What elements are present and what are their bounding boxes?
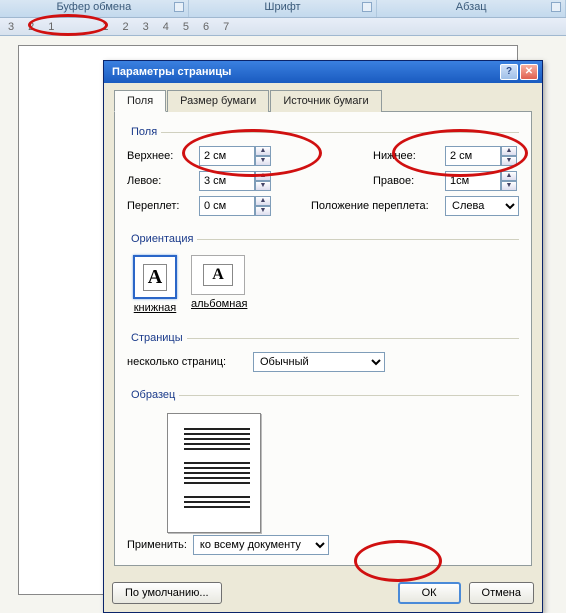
left-margin-label: Левое: bbox=[127, 175, 193, 187]
ribbon-group-paragraph: Абзац bbox=[377, 0, 566, 17]
bottom-margin-spinner[interactable]: ▲▼ bbox=[445, 146, 519, 166]
page-setup-dialog: Параметры страницы ? ✕ Поля Размер бумаг… bbox=[103, 60, 543, 613]
top-margin-spinner[interactable]: ▲▼ bbox=[199, 146, 273, 166]
page-preview bbox=[167, 413, 261, 533]
dialog-button-row: По умолчанию... ОК Отмена bbox=[104, 576, 542, 612]
ribbon-group-clipboard: Буфер обмена bbox=[0, 0, 189, 17]
spin-buttons[interactable]: ▲▼ bbox=[255, 146, 271, 166]
gutter-pos-label: Положение переплета: bbox=[311, 200, 439, 212]
spin-buttons[interactable]: ▲▼ bbox=[255, 171, 271, 191]
left-margin-spinner[interactable]: ▲▼ bbox=[199, 171, 273, 191]
margins-fieldset: Поля Верхнее: ▲▼ Нижнее: ▲ bbox=[127, 126, 519, 223]
margins-legend: Поля bbox=[127, 126, 161, 138]
portrait-icon: А bbox=[143, 264, 167, 291]
gutter-pos-select[interactable]: Слева bbox=[445, 196, 519, 216]
apply-to-select[interactable]: ко всему документу bbox=[193, 535, 329, 555]
help-button[interactable]: ? bbox=[500, 64, 518, 80]
gutter-label: Переплет: bbox=[127, 200, 193, 212]
multi-pages-select[interactable]: Обычный bbox=[253, 352, 385, 372]
right-margin-input[interactable] bbox=[445, 171, 501, 191]
pages-legend: Страницы bbox=[127, 332, 187, 344]
ribbon-group-font: Шрифт bbox=[189, 0, 378, 17]
expand-icon[interactable] bbox=[174, 2, 184, 12]
apply-to-label: Применить: bbox=[127, 539, 187, 551]
ok-button[interactable]: ОК bbox=[398, 582, 461, 604]
multi-pages-label: несколько страниц: bbox=[127, 356, 247, 368]
tab-panel: Поля Верхнее: ▲▼ Нижнее: ▲ bbox=[114, 111, 532, 566]
tab-fields[interactable]: Поля bbox=[114, 90, 166, 112]
orientation-portrait[interactable]: А книжная bbox=[133, 255, 177, 314]
expand-icon[interactable] bbox=[362, 2, 372, 12]
gutter-spinner[interactable]: ▲▼ bbox=[199, 196, 273, 216]
spin-buttons[interactable]: ▲▼ bbox=[501, 171, 517, 191]
horizontal-ruler[interactable]: 321 123 456 7 bbox=[0, 18, 566, 36]
landscape-icon: А bbox=[203, 264, 233, 286]
default-button[interactable]: По умолчанию... bbox=[112, 582, 222, 604]
ribbon-group-labels: Буфер обмена Шрифт Абзац bbox=[0, 0, 566, 18]
top-margin-label: Верхнее: bbox=[127, 150, 193, 162]
dialog-tabs: Поля Размер бумаги Источник бумаги bbox=[114, 90, 532, 112]
gutter-input[interactable] bbox=[199, 196, 255, 216]
right-margin-label: Правое: bbox=[373, 175, 439, 187]
orientation-legend: Ориентация bbox=[127, 233, 197, 245]
left-margin-input[interactable] bbox=[199, 171, 255, 191]
tab-paper-source[interactable]: Источник бумаги bbox=[270, 90, 381, 112]
dialog-titlebar[interactable]: Параметры страницы ? ✕ bbox=[104, 61, 542, 83]
expand-icon[interactable] bbox=[551, 2, 561, 12]
top-margin-input[interactable] bbox=[199, 146, 255, 166]
tab-paper-size[interactable]: Размер бумаги bbox=[167, 90, 269, 112]
orientation-landscape[interactable]: А альбомная bbox=[191, 255, 247, 314]
pages-fieldset: Страницы несколько страниц: Обычный bbox=[127, 332, 519, 379]
orientation-fieldset: Ориентация А книжная А альбомная bbox=[127, 233, 519, 322]
right-margin-spinner[interactable]: ▲▼ bbox=[445, 171, 519, 191]
cancel-button[interactable]: Отмена bbox=[469, 582, 534, 604]
dialog-title: Параметры страницы bbox=[108, 66, 498, 78]
sample-legend: Образец bbox=[127, 389, 179, 401]
sample-fieldset: Образец bbox=[127, 389, 519, 543]
bottom-margin-input[interactable] bbox=[445, 146, 501, 166]
spin-buttons[interactable]: ▲▼ bbox=[501, 146, 517, 166]
spin-buttons[interactable]: ▲▼ bbox=[255, 196, 271, 216]
bottom-margin-label: Нижнее: bbox=[373, 150, 439, 162]
close-button[interactable]: ✕ bbox=[520, 64, 538, 80]
